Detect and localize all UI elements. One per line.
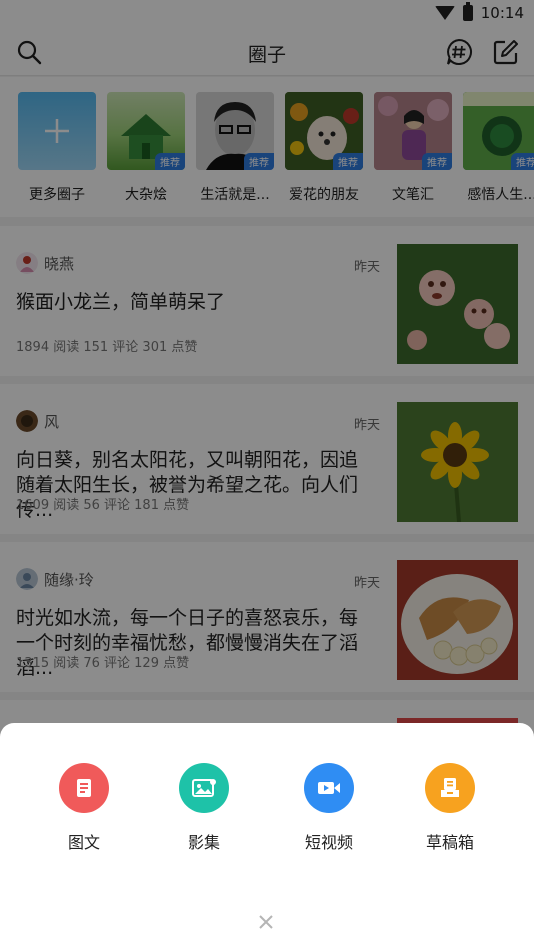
drafts-button[interactable]: 草稿箱	[400, 763, 500, 853]
publish-article-button[interactable]: 图文	[34, 763, 134, 853]
close-icon[interactable]	[255, 911, 277, 933]
drafts-icon	[425, 763, 475, 813]
action-label: 草稿箱	[425, 833, 474, 852]
article-icon	[59, 763, 109, 813]
publish-album-button[interactable]: 影集	[154, 763, 254, 853]
action-label: 图文	[67, 833, 100, 852]
publish-video-button[interactable]: 短视频	[279, 763, 379, 853]
action-label: 影集	[187, 833, 220, 852]
action-label: 短视频	[304, 833, 353, 852]
publish-action-sheet: 图文 影集 短视频 草稿箱	[0, 723, 534, 949]
album-icon	[179, 763, 229, 813]
video-icon	[304, 763, 354, 813]
